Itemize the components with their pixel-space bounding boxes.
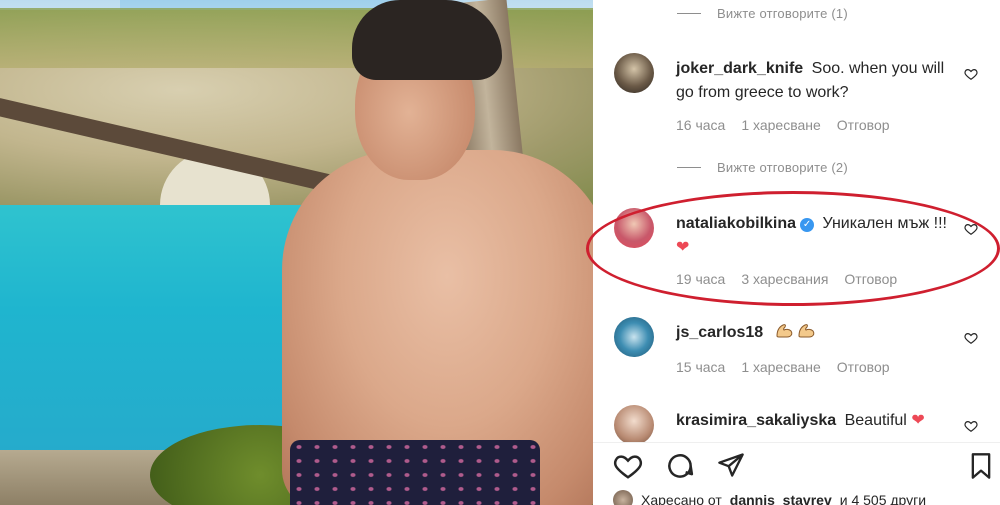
view-replies-link[interactable]: Вижте отговорите (2) (677, 160, 848, 175)
comment-text-block: js_carlos18 (676, 321, 962, 345)
flexed-biceps-emoji-icon (798, 324, 814, 338)
heart-outline-icon[interactable] (613, 451, 643, 481)
comment-time: 19 часа (676, 271, 726, 287)
avatar[interactable] (614, 405, 654, 445)
view-replies-dash (677, 13, 701, 14)
comment-item: joker_dark_knife Soo. when you will go f… (614, 53, 1000, 143)
comment-text-block: krasimira_sakaliyska Beautiful ❤ (676, 409, 962, 433)
comment-item: js_carlos18 15 часа 1 харесване Отговор (614, 317, 1000, 392)
comment-item: krasimira_sakaliyska Beautiful ❤ (614, 405, 1000, 445)
bookmark-icon[interactable] (967, 451, 995, 481)
comment-time: 15 часа (676, 359, 726, 375)
paper-plane-icon[interactable] (717, 451, 745, 479)
red-heart-emoji-icon: ❤ (676, 239, 690, 256)
heart-outline-icon[interactable] (964, 222, 978, 236)
comment-time: 16 часа (676, 117, 726, 133)
comment-meta: 15 часа 1 харесване Отговор (676, 359, 890, 375)
view-replies-link[interactable]: Вижте отговорите (1) (677, 6, 848, 21)
comment-likes[interactable]: 1 харесване (741, 117, 820, 133)
avatar[interactable] (613, 490, 633, 505)
comment-bubble-icon[interactable] (665, 451, 695, 481)
comment-likes[interactable]: 1 харесване (741, 359, 820, 375)
heart-outline-icon[interactable] (964, 419, 978, 433)
comment-body: Beautiful (844, 412, 907, 429)
view-replies-dash (677, 167, 701, 168)
comment-text-block: nataliakobilkina ✓ Уникален мъж !!! ❤ (676, 212, 962, 260)
red-heart-emoji-icon: ❤ (911, 412, 925, 429)
photo-person-shorts (290, 440, 540, 505)
comment-body: Уникален мъж !!! (822, 215, 947, 232)
liked-by-suffix[interactable]: и 4 505 други (840, 492, 926, 505)
comments-panel: Вижте отговорите (1) joker_dark_knife So… (593, 0, 1000, 505)
verified-badge-icon: ✓ (800, 218, 815, 232)
comment-likes[interactable]: 3 харесвания (741, 271, 828, 287)
avatar[interactable] (614, 317, 654, 357)
heart-outline-icon[interactable] (964, 67, 978, 81)
comment-meta: 16 часа 1 харесване Отговор (676, 117, 890, 133)
comment-reply-button[interactable]: Отговор (837, 117, 890, 133)
liked-by-user[interactable]: dannis_stavrev (730, 492, 832, 505)
comment-item: nataliakobilkina ✓ Уникален мъж !!! ❤ 19 … (614, 208, 1000, 298)
avatar[interactable] (614, 208, 654, 248)
liked-by-line: Харесано от dannis_stavrev и 4 505 други (613, 490, 926, 505)
avatar[interactable] (614, 53, 654, 93)
photo-person-hair (352, 0, 502, 80)
flexed-biceps-emoji-icon (776, 324, 792, 338)
comment-username[interactable]: js_carlos18 (676, 324, 763, 341)
comment-username[interactable]: nataliakobilkina (676, 215, 796, 232)
comment-reply-button[interactable]: Отговор (837, 359, 890, 375)
comment-meta: 19 часа 3 харесвания Отговор (676, 271, 897, 287)
post-action-bar (593, 442, 1000, 488)
view-replies-label: Вижте отговорите (2) (717, 160, 848, 175)
post-photo[interactable] (0, 0, 593, 505)
heart-outline-icon[interactable] (964, 331, 978, 345)
comment-username[interactable]: joker_dark_knife (676, 60, 803, 77)
liked-by-prefix: Харесано от (641, 492, 722, 505)
comment-reply-button[interactable]: Отговор (844, 271, 897, 287)
comment-username[interactable]: krasimira_sakaliyska (676, 412, 836, 429)
view-replies-label: Вижте отговорите (1) (717, 6, 848, 21)
comment-text-block: joker_dark_knife Soo. when you will go f… (676, 57, 962, 105)
